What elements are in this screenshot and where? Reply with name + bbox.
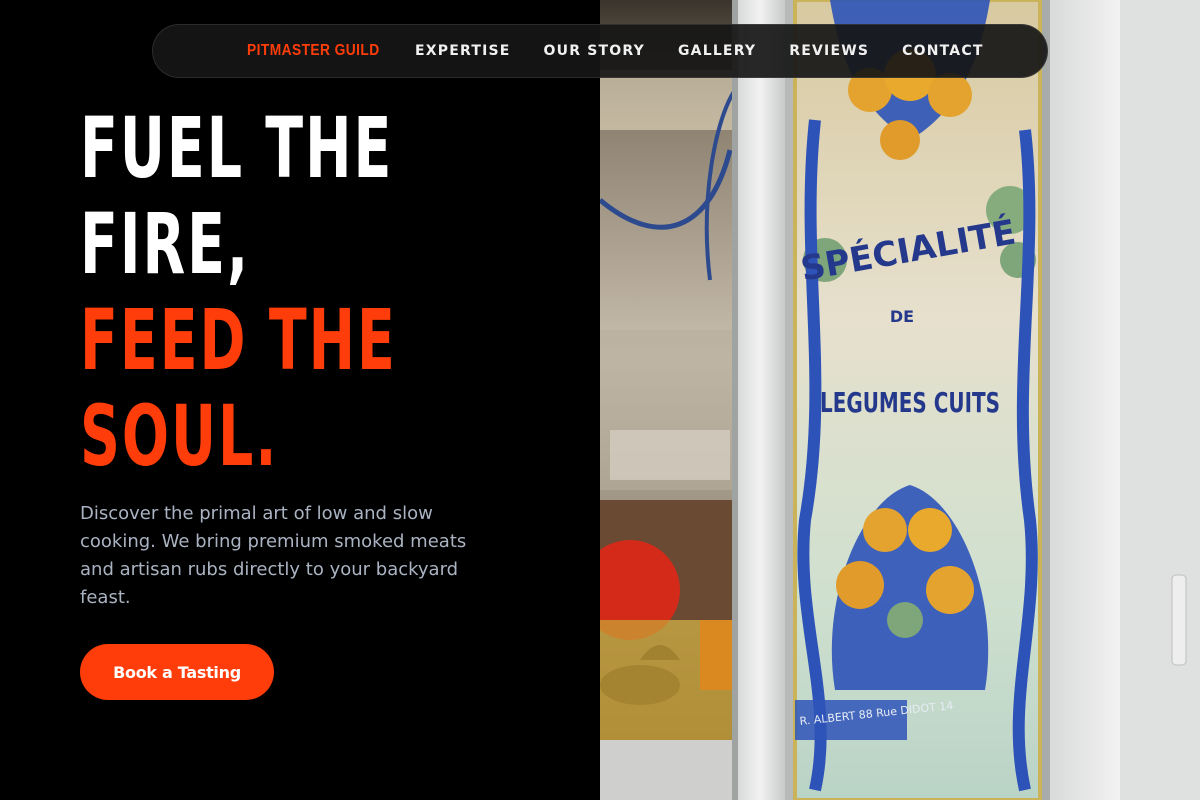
headline-line-3: FEED THE bbox=[80, 291, 397, 389]
book-tasting-button[interactable]: Book a Tasting bbox=[80, 644, 274, 700]
brand-logo-link[interactable]: PITMASTER GUILD bbox=[247, 25, 380, 77]
nav-link-gallery[interactable]: GALLERY bbox=[678, 43, 756, 59]
headline-line-4: SOUL. bbox=[80, 387, 279, 485]
headline-line-1: FUEL THE bbox=[80, 99, 394, 197]
shop-window-photo: SPÉCIALITÉ DE LEGUMES CUITS R. ALBERT 88… bbox=[600, 0, 1200, 800]
nav-link-our-story[interactable]: OUR STORY bbox=[544, 43, 645, 59]
headline-line-2: FIRE, bbox=[80, 195, 251, 293]
nav-link-reviews[interactable]: REVIEWS bbox=[789, 43, 869, 59]
nav-link-expertise[interactable]: EXPERTISE bbox=[415, 43, 511, 59]
top-navbar: PITMASTER GUILD EXPERTISE OUR STORY GALL… bbox=[152, 24, 1048, 78]
nav-link-contact[interactable]: CONTACT bbox=[902, 43, 983, 59]
hero-photo: SPÉCIALITÉ DE LEGUMES CUITS R. ALBERT 88… bbox=[600, 0, 1200, 800]
nav-links: EXPERTISE OUR STORY GALLERY REVIEWS CONT… bbox=[415, 25, 984, 77]
hero-description: Discover the primal art of low and slow … bbox=[80, 503, 467, 608]
sign-subtitle: LEGUMES CUITS bbox=[820, 386, 1000, 419]
hero-headline: FUEL THE FIRE, FEED THE SOUL. bbox=[80, 100, 397, 484]
sign-de: DE bbox=[890, 307, 914, 326]
